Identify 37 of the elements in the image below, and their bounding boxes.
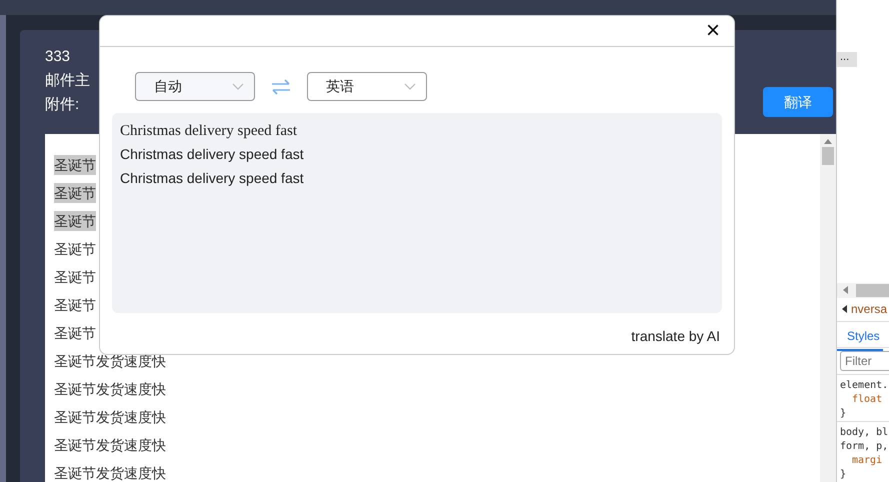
header-text: 邮件主 (45, 71, 90, 91)
mail-line: 圣诞节 (54, 240, 96, 259)
result-line: Christmas delivery speed fast (120, 170, 304, 186)
scroll-left-icon[interactable] (841, 305, 847, 314)
source-language-select[interactable]: 自动 (135, 72, 255, 101)
mail-line: 圣诞节 (54, 268, 96, 287)
code-text: element. (840, 380, 888, 392)
code-text: } (840, 469, 846, 480)
code-text: float (852, 394, 882, 406)
target-language-select[interactable]: 英语 (307, 72, 427, 101)
code-text: } (840, 408, 846, 420)
result-line: Christmas delivery speed fast (120, 123, 298, 139)
mail-line: 圣诞节发货速度快 (54, 436, 166, 455)
mail-line: 圣诞节发货速度快 (54, 408, 166, 427)
mail-line: 圣诞节 (54, 296, 96, 315)
scroll-thumb[interactable] (822, 147, 834, 165)
header-text: 333 (45, 47, 72, 67)
filter-field[interactable]: Filter (840, 351, 889, 372)
scroll-up-icon[interactable] (824, 138, 832, 144)
result-line: Christmas delivery speed fast (120, 146, 304, 162)
header-text: 附件: (45, 95, 80, 115)
code-text: form, p, (840, 441, 888, 452)
code-text: body, bl (840, 427, 888, 438)
mail-line: 圣诞节发货速度快 (54, 352, 166, 371)
horizontal-scrollbar[interactable] (837, 282, 889, 298)
mail-line: 圣诞节 (54, 324, 96, 343)
mail-line: 圣诞节发货速度快 (54, 464, 166, 482)
code-text: margi (852, 455, 882, 466)
chevron-down-icon (232, 82, 244, 90)
footer-text: translate by AI (631, 328, 720, 344)
more-menu[interactable]: ... (837, 52, 857, 67)
scrollbar[interactable] (820, 134, 836, 482)
mail-line: 圣诞节发货速度快 (54, 380, 166, 399)
breadcrumb-item[interactable]: nversa (851, 300, 888, 318)
swap-icon[interactable] (271, 78, 291, 94)
chevron-down-icon (404, 82, 416, 90)
close-button[interactable]: × (704, 19, 722, 43)
